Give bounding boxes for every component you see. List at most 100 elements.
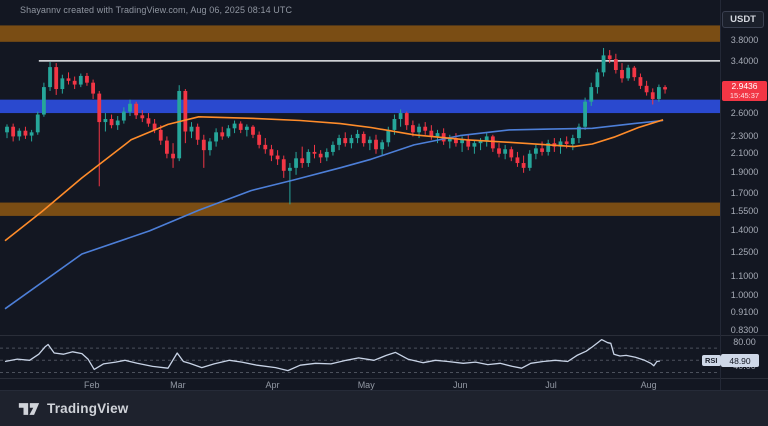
candle-body: [337, 138, 341, 145]
candle-body: [196, 127, 200, 140]
candle-body: [282, 159, 286, 171]
candle-body: [140, 115, 144, 118]
price-tick-label: 0.9100: [721, 307, 768, 317]
candle-body: [509, 149, 513, 157]
candle-body: [362, 134, 366, 143]
candle-body: [116, 121, 120, 126]
candle-body: [73, 81, 77, 85]
candle-body: [626, 68, 630, 79]
candle-body: [620, 70, 624, 78]
ma-fast-line: [5, 117, 663, 241]
candle-body: [214, 132, 218, 141]
candle-body: [183, 91, 187, 132]
candle-body: [67, 78, 71, 80]
candle-body: [288, 168, 292, 171]
price-tick-label: 1.4000: [721, 225, 768, 235]
rsi-line: [5, 340, 660, 371]
candle-body: [159, 130, 163, 141]
candle-body: [165, 141, 169, 154]
price-tick-label: 2.1000: [721, 148, 768, 158]
month-label-jun[interactable]: Jun: [453, 380, 468, 390]
candle-body: [134, 104, 138, 115]
candle-body: [331, 145, 335, 152]
price-tick-label: 0.8300: [721, 325, 768, 335]
candle-body: [368, 140, 372, 143]
candle-body: [436, 133, 440, 136]
price-tick-label: 1.9000: [721, 167, 768, 177]
price-tick-label: 3.8000: [721, 35, 768, 45]
tradingview-chart-window: Shayannv created with TradingView.com, A…: [0, 0, 768, 426]
month-label-feb[interactable]: Feb: [84, 380, 100, 390]
quote-currency-label: USDT: [722, 11, 764, 28]
candle-body: [596, 72, 600, 87]
candle-body: [171, 154, 175, 159]
candle-body: [36, 115, 40, 133]
tradingview-logo-text[interactable]: TradingView: [47, 401, 128, 416]
candle-body: [17, 131, 21, 137]
candle-body: [405, 113, 409, 125]
candle-body: [233, 124, 237, 129]
candle-body: [528, 154, 532, 168]
candle-body: [79, 76, 83, 85]
candle-body: [48, 67, 52, 87]
price-axis-scale[interactable]: USDT 3.80003.40002.60002.30002.10001.900…: [720, 0, 768, 390]
candle-body: [270, 149, 274, 155]
candle-body: [85, 76, 89, 83]
rsi-value-badge: 48.90: [721, 354, 759, 367]
candle-body: [417, 127, 421, 133]
month-label-jul[interactable]: Jul: [545, 380, 557, 390]
candle-body: [583, 102, 587, 127]
candle-body: [516, 157, 520, 163]
price-tick-label: 1.2500: [721, 247, 768, 257]
candle-body: [485, 136, 489, 140]
candle-body: [251, 127, 255, 135]
candle-body: [325, 152, 329, 157]
candle-body: [522, 163, 526, 168]
candle-body: [104, 119, 108, 122]
candle-body: [202, 140, 206, 150]
candle-body: [128, 104, 132, 112]
month-label-apr[interactable]: Apr: [265, 380, 279, 390]
candle-body: [423, 127, 427, 131]
mid-supply-zone-band: [0, 100, 720, 113]
candle-body: [190, 127, 194, 132]
candle-body: [639, 77, 643, 86]
candle-body: [60, 78, 64, 89]
candle-body: [147, 118, 151, 123]
candle-body: [393, 119, 397, 130]
candle-body: [97, 94, 101, 122]
price-tick-label: 1.5500: [721, 206, 768, 216]
price-tick-label: 3.4000: [721, 56, 768, 66]
candle-body: [5, 127, 9, 133]
candle-body: [300, 158, 304, 163]
tradingview-logo-icon[interactable]: [18, 399, 40, 419]
candle-body: [663, 87, 667, 89]
candle-body: [245, 127, 249, 130]
candle-body: [632, 68, 636, 77]
candle-body: [343, 138, 347, 143]
candle-body: [608, 55, 612, 59]
candle-body: [276, 156, 280, 160]
candle-body: [614, 59, 618, 70]
candle-body: [411, 125, 415, 132]
candle-body: [239, 124, 243, 130]
price-tick-label: 1.1000: [721, 271, 768, 281]
last-price-badge[interactable]: 2.9436 15:45:37: [722, 81, 767, 101]
candle-body: [91, 83, 95, 94]
candle-body: [122, 112, 126, 121]
price-tick-label: 1.0000: [721, 290, 768, 300]
month-label-aug[interactable]: Aug: [641, 380, 657, 390]
upper-resistance-zone-band: [0, 25, 720, 41]
candle-body: [220, 132, 224, 136]
price-tick-label: 2.6000: [721, 108, 768, 118]
candle-body: [30, 132, 34, 135]
month-label-mar[interactable]: Mar: [170, 380, 186, 390]
candle-body: [386, 130, 390, 142]
chart-canvas[interactable]: [0, 0, 768, 390]
month-label-may[interactable]: May: [358, 380, 375, 390]
candle-body: [294, 158, 298, 168]
lower-support-zone-band: [0, 203, 720, 216]
candle-body: [380, 142, 384, 149]
candle-body: [11, 127, 15, 137]
candle-body: [399, 113, 403, 119]
